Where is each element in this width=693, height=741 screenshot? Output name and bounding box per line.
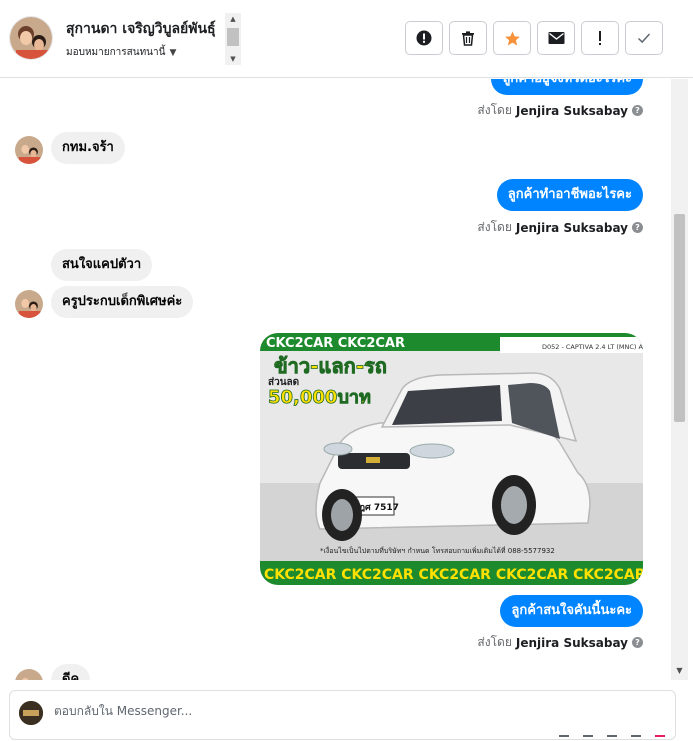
promo-footer-note: *เงื่อนไขเป็นไปตามที่บริษัทฯ กำหนด โทรสอ… (320, 546, 555, 555)
star-button[interactable] (493, 21, 531, 55)
incoming-message[interactable]: สนใจแคปตัวา (51, 249, 153, 281)
help-icon[interactable]: ? (632, 222, 643, 233)
car-photo: CKC2CAR CKC2CAR D052 - CAPTIVA 2.4 LT (M… (260, 333, 643, 585)
sent-by-prefix: ส่งโดย (477, 103, 512, 117)
scroll-down-arrow-icon[interactable]: ▼ (671, 664, 688, 678)
envelope-icon (548, 32, 564, 44)
page-avatar (19, 701, 43, 725)
exclamation-icon (599, 31, 601, 45)
top-band-text: CKC2CAR CKC2CAR (266, 336, 405, 351)
sent-by-label: ส่งโดย Jenjira Suksabay ? (477, 218, 643, 237)
sent-by-prefix: ส่งโดย (477, 220, 512, 234)
delete-button[interactable] (449, 21, 487, 55)
license-plate: ฎศ 7517 (359, 503, 399, 513)
trash-icon (462, 31, 474, 46)
contact-avatar[interactable] (9, 16, 53, 60)
outgoing-message[interactable]: ลูกค้าอยู่จังหวัดอะไรคะ (491, 79, 643, 95)
contact-avatar-small (15, 136, 43, 164)
outgoing-message[interactable]: ลูกค้าสนใจคันนี้นะคะ (500, 595, 643, 627)
car-promo-image[interactable]: CKC2CAR CKC2CAR D052 - CAPTIVA 2.4 LT (M… (260, 333, 643, 585)
promo-headline: ข้าว-แลก-รถ (274, 354, 387, 378)
contact-avatar-small (15, 669, 43, 680)
composer-tools (559, 735, 665, 741)
thread-scrollbar[interactable]: ▼ (671, 79, 688, 680)
header-name-scrollbar[interactable]: ▲ ▼ (225, 13, 241, 65)
sent-by-label: ส่งโดย Jenjira Suksabay ? (477, 633, 643, 652)
promo-amount: 50,000บาท (268, 387, 371, 408)
sent-by-prefix: ส่งโดย (477, 635, 512, 649)
reply-input[interactable] (54, 704, 454, 718)
gif-icon[interactable] (631, 735, 641, 741)
outgoing-message[interactable]: ลูกค้าทำอาชีพอะไรคะ (496, 179, 643, 211)
scroll-thumb[interactable] (674, 214, 685, 422)
checkmark-icon (637, 33, 651, 44)
scroll-up-arrow-icon[interactable]: ▲ (225, 13, 241, 25)
sender-name: Jenjira Suksabay (515, 635, 628, 650)
bottom-band-text: CKC2CAR CKC2CAR CKC2CAR CKC2CAR CKC2CAR … (264, 567, 643, 583)
mark-spam-button[interactable] (405, 21, 443, 55)
car-model-label: D052 - CAPTIVA 2.4 LT (MNC) AT (542, 343, 643, 351)
help-icon[interactable]: ? (632, 105, 643, 116)
message-thread[interactable]: ลูกค้าอยู่จังหวัดอะไรคะ ส่งโดย Jenjira S… (0, 79, 671, 680)
contact-avatar-small (15, 290, 43, 318)
scroll-thumb[interactable] (227, 28, 239, 46)
sender-name: Jenjira Suksabay (515, 103, 628, 118)
assign-label: มอบหมายการสนทนานี้ (66, 47, 166, 58)
mark-done-button[interactable] (625, 21, 663, 55)
conversation-header: สุกานดา เจริญวิบูลย์พันธุ์ มอบหมายการสนท… (0, 0, 693, 78)
incoming-message[interactable]: กทม.จร้า (51, 132, 125, 164)
incoming-message[interactable]: ครูประกบเด็กพิเศษค่ะ (51, 286, 194, 318)
follow-up-button[interactable] (581, 21, 619, 55)
contact-name[interactable]: สุกานดา เจริญวิบูลย์พันธุ์ (66, 18, 226, 40)
help-icon[interactable]: ? (632, 637, 643, 648)
incoming-message[interactable]: ดีค (51, 664, 91, 680)
conversation-toolbar (405, 21, 663, 55)
sent-by-label: ส่งโดย Jenjira Suksabay ? (477, 101, 643, 120)
mark-unread-button[interactable] (537, 21, 575, 55)
assign-conversation-dropdown[interactable]: มอบหมายการสนทนานี้ ▼ (66, 45, 176, 60)
like-icon[interactable] (655, 735, 665, 741)
emoji-icon[interactable] (583, 735, 593, 741)
star-icon (504, 30, 520, 45)
reply-composer (9, 690, 676, 740)
image-icon[interactable] (607, 735, 617, 741)
scroll-down-arrow-icon[interactable]: ▼ (225, 53, 241, 65)
alert-circle-icon (416, 30, 432, 46)
attach-icon[interactable] (559, 735, 569, 741)
sender-name: Jenjira Suksabay (515, 220, 628, 235)
caret-down-icon: ▼ (169, 48, 177, 58)
